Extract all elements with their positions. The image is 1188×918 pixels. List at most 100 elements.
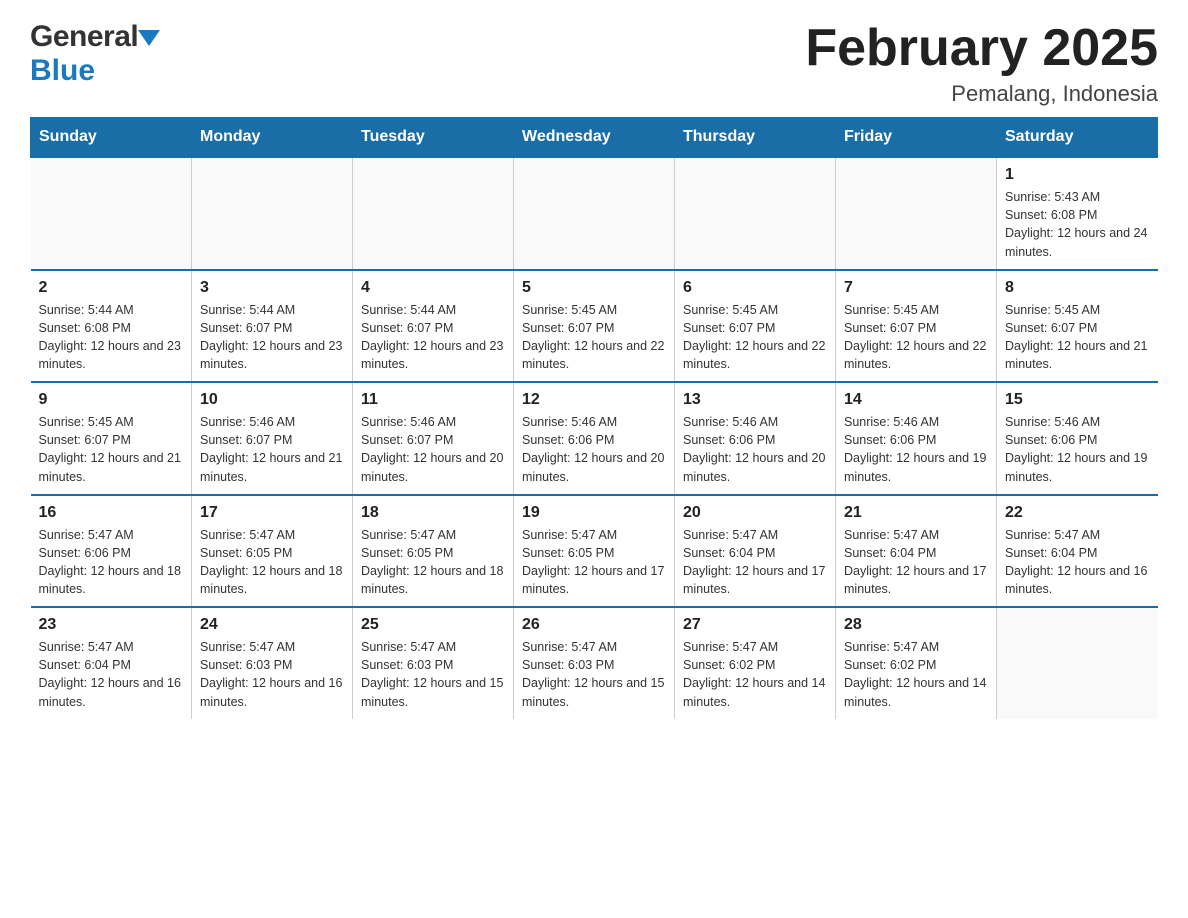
day-info: Sunrise: 5:45 AMSunset: 6:07 PMDaylight:… [39, 413, 184, 486]
calendar-cell: 14 Sunrise: 5:46 AMSunset: 6:06 PMDayligh… [836, 382, 997, 495]
day-number: 14 [844, 391, 988, 409]
day-info: Sunrise: 5:47 AMSunset: 6:05 PMDaylight:… [361, 526, 505, 599]
day-info: Sunrise: 5:45 AMSunset: 6:07 PMDaylight:… [1005, 301, 1150, 374]
calendar-week-row: 9Sunrise: 5:45 AMSunset: 6:07 PMDaylight… [31, 382, 1158, 495]
day-info: Sunrise: 5:47 AMSunset: 6:03 PMDaylight:… [361, 638, 505, 711]
day-number: 16 [39, 504, 184, 522]
calendar-cell: 23 Sunrise: 5:47 AMSunset: 6:04 PMDayligh… [31, 607, 192, 719]
weekday-header-row: SundayMondayTuesdayWednesdayThursdayFrid… [31, 118, 1158, 158]
day-number: 2 [39, 279, 184, 297]
day-number: 27 [683, 616, 827, 634]
day-info: Sunrise: 5:45 AMSunset: 6:07 PMDaylight:… [522, 301, 666, 374]
calendar-cell: 12 Sunrise: 5:46 AMSunset: 6:06 PMDayligh… [514, 382, 675, 495]
calendar-cell: 27 Sunrise: 5:47 AMSunset: 6:02 PMDayligh… [675, 607, 836, 719]
day-number: 10 [200, 391, 344, 409]
day-number: 17 [200, 504, 344, 522]
title-area: February 2025 Pemalang, Indonesia [805, 20, 1158, 107]
day-info: Sunrise: 5:47 AMSunset: 6:05 PMDaylight:… [200, 526, 344, 599]
day-info: Sunrise: 5:47 AMSunset: 6:04 PMDaylight:… [39, 638, 184, 711]
day-info: Sunrise: 5:46 AMSunset: 6:06 PMDaylight:… [844, 413, 988, 486]
weekday-header-tuesday: Tuesday [353, 118, 514, 158]
day-number: 12 [522, 391, 666, 409]
calendar-cell [997, 607, 1158, 719]
day-info: Sunrise: 5:47 AMSunset: 6:04 PMDaylight:… [683, 526, 827, 599]
calendar-cell: 24 Sunrise: 5:47 AMSunset: 6:03 PMDayligh… [192, 607, 353, 719]
day-number: 13 [683, 391, 827, 409]
day-number: 24 [200, 616, 344, 634]
calendar-cell: 13Sunrise: 5:46 AMSunset: 6:06 PMDayligh… [675, 382, 836, 495]
day-number: 20 [683, 504, 827, 522]
weekday-header-sunday: Sunday [31, 118, 192, 158]
day-info: Sunrise: 5:44 AMSunset: 6:08 PMDaylight:… [39, 301, 184, 374]
weekday-header-saturday: Saturday [997, 118, 1158, 158]
day-number: 26 [522, 616, 666, 634]
calendar-cell: 16 Sunrise: 5:47 AMSunset: 6:06 PMDayligh… [31, 495, 192, 608]
calendar-week-row: 2 Sunrise: 5:44 AMSunset: 6:08 PMDaylight… [31, 270, 1158, 383]
logo-general-text: General [30, 20, 160, 54]
day-info: Sunrise: 5:47 AMSunset: 6:02 PMDaylight:… [844, 638, 988, 711]
logo: General Blue [30, 20, 160, 88]
day-number: 3 [200, 279, 344, 297]
weekday-header-wednesday: Wednesday [514, 118, 675, 158]
day-number: 1 [1005, 166, 1150, 184]
day-info: Sunrise: 5:47 AMSunset: 6:04 PMDaylight:… [844, 526, 988, 599]
day-info: Sunrise: 5:47 AMSunset: 6:06 PMDaylight:… [39, 526, 184, 599]
calendar-week-row: 23 Sunrise: 5:47 AMSunset: 6:04 PMDayligh… [31, 607, 1158, 719]
calendar-table: SundayMondayTuesdayWednesdayThursdayFrid… [30, 117, 1158, 719]
day-number: 6 [683, 279, 827, 297]
day-number: 7 [844, 279, 988, 297]
calendar-cell [514, 157, 675, 270]
day-number: 8 [1005, 279, 1150, 297]
day-info: Sunrise: 5:46 AMSunset: 6:06 PMDaylight:… [522, 413, 666, 486]
calendar-cell: 6 Sunrise: 5:45 AMSunset: 6:07 PMDaylight… [675, 270, 836, 383]
calendar-cell: 22Sunrise: 5:47 AMSunset: 6:04 PMDayligh… [997, 495, 1158, 608]
logo-blue-text: Blue [30, 54, 95, 88]
calendar-week-row: 16 Sunrise: 5:47 AMSunset: 6:06 PMDayligh… [31, 495, 1158, 608]
day-info: Sunrise: 5:47 AMSunset: 6:03 PMDaylight:… [522, 638, 666, 711]
calendar-cell: 15 Sunrise: 5:46 AMSunset: 6:06 PMDayligh… [997, 382, 1158, 495]
calendar-cell: 20 Sunrise: 5:47 AMSunset: 6:04 PMDayligh… [675, 495, 836, 608]
day-info: Sunrise: 5:45 AMSunset: 6:07 PMDaylight:… [683, 301, 827, 374]
day-number: 11 [361, 391, 505, 409]
calendar-cell [353, 157, 514, 270]
calendar-cell [31, 157, 192, 270]
day-info: Sunrise: 5:43 AMSunset: 6:08 PMDaylight:… [1005, 188, 1150, 261]
calendar-cell: 26 Sunrise: 5:47 AMSunset: 6:03 PMDayligh… [514, 607, 675, 719]
weekday-header-thursday: Thursday [675, 118, 836, 158]
calendar-cell [836, 157, 997, 270]
calendar-cell: 7Sunrise: 5:45 AMSunset: 6:07 PMDaylight… [836, 270, 997, 383]
calendar-cell [675, 157, 836, 270]
calendar-week-row: 1 Sunrise: 5:43 AMSunset: 6:08 PMDaylight… [31, 157, 1158, 270]
location-text: Pemalang, Indonesia [805, 81, 1158, 107]
calendar-cell [192, 157, 353, 270]
calendar-cell: 5 Sunrise: 5:45 AMSunset: 6:07 PMDaylight… [514, 270, 675, 383]
day-number: 25 [361, 616, 505, 634]
day-info: Sunrise: 5:47 AMSunset: 6:02 PMDaylight:… [683, 638, 827, 711]
month-title: February 2025 [805, 20, 1158, 77]
day-number: 19 [522, 504, 666, 522]
day-info: Sunrise: 5:46 AMSunset: 6:06 PMDaylight:… [1005, 413, 1150, 486]
calendar-cell: 4Sunrise: 5:44 AMSunset: 6:07 PMDaylight… [353, 270, 514, 383]
calendar-cell: 10 Sunrise: 5:46 AMSunset: 6:07 PMDayligh… [192, 382, 353, 495]
day-info: Sunrise: 5:47 AMSunset: 6:03 PMDaylight:… [200, 638, 344, 711]
day-info: Sunrise: 5:46 AMSunset: 6:07 PMDaylight:… [200, 413, 344, 486]
day-number: 23 [39, 616, 184, 634]
calendar-cell: 17 Sunrise: 5:47 AMSunset: 6:05 PMDayligh… [192, 495, 353, 608]
day-number: 15 [1005, 391, 1150, 409]
calendar-cell: 18 Sunrise: 5:47 AMSunset: 6:05 PMDayligh… [353, 495, 514, 608]
calendar-cell: 28Sunrise: 5:47 AMSunset: 6:02 PMDayligh… [836, 607, 997, 719]
calendar-cell: 11 Sunrise: 5:46 AMSunset: 6:07 PMDayligh… [353, 382, 514, 495]
day-number: 5 [522, 279, 666, 297]
calendar-cell: 9Sunrise: 5:45 AMSunset: 6:07 PMDaylight… [31, 382, 192, 495]
weekday-header-monday: Monday [192, 118, 353, 158]
calendar-cell: 19 Sunrise: 5:47 AMSunset: 6:05 PMDayligh… [514, 495, 675, 608]
day-number: 18 [361, 504, 505, 522]
day-info: Sunrise: 5:44 AMSunset: 6:07 PMDaylight:… [361, 301, 505, 374]
calendar-cell: 8 Sunrise: 5:45 AMSunset: 6:07 PMDaylight… [997, 270, 1158, 383]
calendar-cell: 3Sunrise: 5:44 AMSunset: 6:07 PMDaylight… [192, 270, 353, 383]
logo-triangle-icon [138, 30, 160, 46]
calendar-cell: 2 Sunrise: 5:44 AMSunset: 6:08 PMDaylight… [31, 270, 192, 383]
day-info: Sunrise: 5:46 AMSunset: 6:07 PMDaylight:… [361, 413, 505, 486]
day-info: Sunrise: 5:47 AMSunset: 6:04 PMDaylight:… [1005, 526, 1150, 599]
day-info: Sunrise: 5:47 AMSunset: 6:05 PMDaylight:… [522, 526, 666, 599]
